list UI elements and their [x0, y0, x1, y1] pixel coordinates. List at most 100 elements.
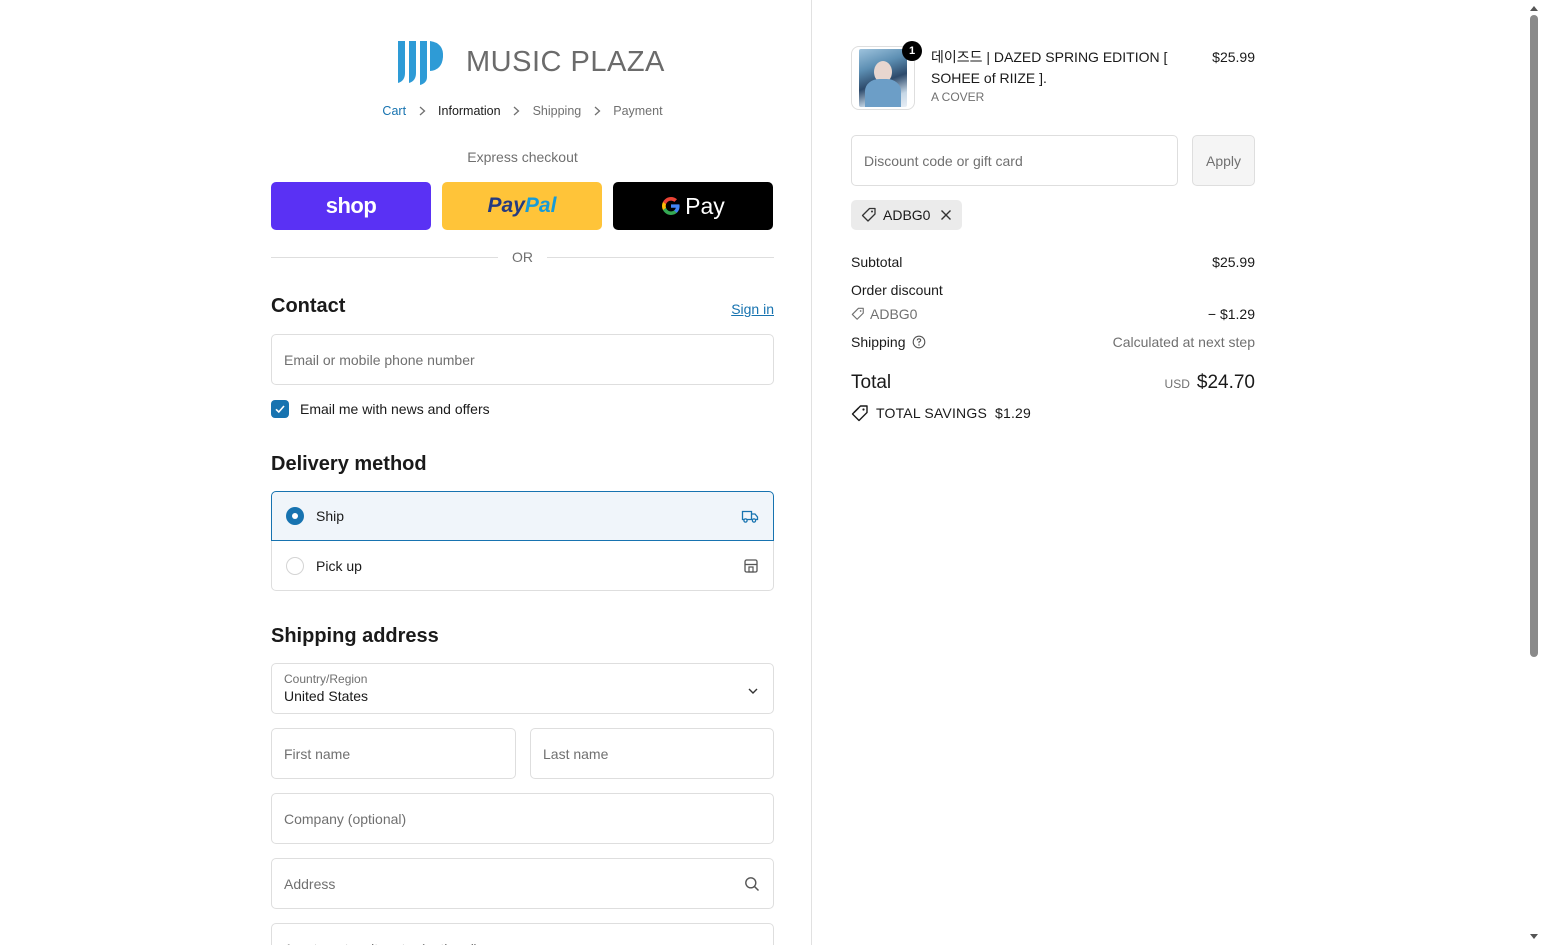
country-label: Country/Region	[284, 672, 368, 686]
address-field[interactable]	[271, 858, 774, 909]
discount-code-text: ADBG0	[870, 306, 918, 322]
email-field[interactable]	[271, 334, 774, 385]
checkmark-icon	[275, 405, 285, 414]
company-input[interactable]	[272, 794, 773, 843]
chevron-right-icon	[417, 105, 427, 117]
subtotal-row: Subtotal $25.99	[851, 254, 1255, 270]
discount-input[interactable]	[852, 136, 1177, 185]
delivery-method-options: Ship Pick up	[271, 491, 774, 591]
shipping-value: Calculated at next step	[1112, 334, 1255, 350]
first-name-input[interactable]	[272, 729, 515, 778]
country-select[interactable]: Country/Region United States	[271, 663, 774, 714]
breadcrumb-shipping: Shipping	[532, 104, 582, 118]
newsletter-checkbox[interactable]	[271, 400, 289, 418]
scrollbar-thumb[interactable]	[1530, 15, 1538, 657]
apply-button[interactable]: Apply	[1192, 135, 1255, 186]
chevron-right-icon	[512, 105, 522, 117]
paypal-button[interactable]: Pay Pal	[442, 182, 602, 230]
divider-line	[271, 256, 498, 258]
apartment-field[interactable]	[271, 923, 774, 945]
last-name-field[interactable]	[530, 728, 774, 779]
page-scrollbar[interactable]	[1527, 0, 1541, 945]
tag-icon	[851, 404, 869, 422]
store-name: MUSIC PLAZA	[466, 45, 665, 78]
product-price: $25.99	[1212, 49, 1255, 65]
discount-form: Apply	[851, 135, 1255, 186]
shop-pay-button[interactable]: shop	[271, 182, 431, 230]
google-g-icon	[661, 196, 681, 216]
line-item: 1 데이즈드 | DAZED SPRING EDITION [ SOHEE of…	[851, 41, 1255, 114]
product-image	[859, 49, 907, 107]
contact-title: Contact	[271, 295, 346, 317]
email-input[interactable]	[272, 335, 773, 384]
breadcrumb-payment: Payment	[613, 104, 663, 118]
order-discount-label: Order discount	[851, 282, 943, 298]
express-checkout-buttons: shop Pay Pal Pay	[271, 182, 774, 230]
total-savings: TOTAL SAVINGS $1.29	[851, 404, 1031, 422]
product-name: 데이즈드 | DAZED SPRING EDITION [ SOHEE of R…	[931, 49, 1168, 86]
savings-label: TOTAL SAVINGS	[876, 405, 987, 421]
paypal-label-part1: Pay	[487, 194, 525, 217]
tag-icon	[851, 307, 865, 321]
google-pay-button[interactable]: Pay	[613, 182, 773, 230]
chevron-down-icon	[747, 683, 759, 701]
newsletter-option[interactable]: Email me with news and offers	[271, 400, 490, 418]
pickup-radio[interactable]	[286, 556, 304, 575]
order-discount-row: Order discount	[851, 282, 1255, 298]
total-value-group: USD $24.70	[1165, 372, 1255, 394]
country-value: United States	[284, 688, 369, 704]
store-icon	[743, 558, 759, 574]
first-name-field[interactable]	[271, 728, 516, 779]
total-row: Total USD $24.70	[851, 372, 1255, 394]
applied-discount-chip: ADBG0	[851, 200, 963, 230]
discount-code-label: ADBG0	[851, 306, 917, 322]
tag-icon	[861, 207, 877, 223]
shipping-label-group: Shipping	[851, 334, 926, 350]
ship-label: Ship	[316, 508, 345, 524]
subtotal-label: Subtotal	[851, 254, 903, 270]
delivery-option-ship[interactable]: Ship	[271, 491, 774, 541]
subtotal-value: $25.99	[1212, 254, 1255, 270]
ship-radio[interactable]	[286, 507, 304, 525]
breadcrumb: Cart Information Shipping Payment	[271, 104, 774, 118]
or-divider: OR	[271, 249, 774, 265]
shipping-address-title: Shipping address	[271, 625, 439, 647]
quantity-badge: 1	[902, 41, 922, 61]
total-label: Total	[851, 372, 892, 393]
music-plaza-logo-icon	[398, 41, 444, 85]
apartment-input[interactable]	[272, 924, 773, 945]
product-variant: A COVER	[931, 90, 985, 104]
truck-icon	[741, 508, 759, 524]
address-input[interactable]	[272, 859, 773, 908]
shop-pay-label: shop	[325, 193, 377, 218]
checkout-main: MUSIC PLAZA Cart Information Shipping Pa…	[0, 0, 812, 945]
store-logo[interactable]: MUSIC PLAZA	[396, 37, 665, 87]
delivery-option-pickup[interactable]: Pick up	[271, 541, 774, 591]
breadcrumb-information: Information	[438, 104, 501, 118]
breadcrumb-cart[interactable]: Cart	[382, 104, 406, 118]
remove-discount-icon[interactable]	[940, 209, 952, 221]
order-summary: 1 데이즈드 | DAZED SPRING EDITION [ SOHEE of…	[813, 0, 1527, 945]
express-checkout-label: Express checkout	[467, 149, 578, 165]
divider-line	[547, 256, 774, 258]
scroll-down-icon[interactable]	[1529, 932, 1539, 942]
sign-in-link[interactable]: Sign in	[731, 301, 774, 317]
or-label: OR	[512, 249, 533, 265]
discount-value: − $1.29	[1207, 306, 1255, 322]
last-name-input[interactable]	[531, 729, 773, 778]
newsletter-label: Email me with news and offers	[300, 401, 490, 417]
discount-code-row: ADBG0 − $1.29	[851, 306, 1255, 322]
delivery-method-title: Delivery method	[271, 453, 427, 475]
paypal-label-part2: Pal	[524, 194, 557, 217]
shipping-label: Shipping	[851, 334, 906, 350]
total-currency: USD	[1164, 377, 1190, 391]
scroll-up-icon[interactable]	[1529, 3, 1539, 13]
help-icon[interactable]	[912, 335, 926, 349]
applied-discount-code: ADBG0	[883, 207, 931, 223]
discount-field[interactable]	[851, 135, 1178, 186]
chevron-right-icon	[592, 105, 602, 117]
savings-value: $1.29	[995, 405, 1032, 421]
company-field[interactable]	[271, 793, 774, 844]
google-pay-label: Pay	[685, 192, 725, 219]
total-value: $24.70	[1196, 372, 1255, 393]
